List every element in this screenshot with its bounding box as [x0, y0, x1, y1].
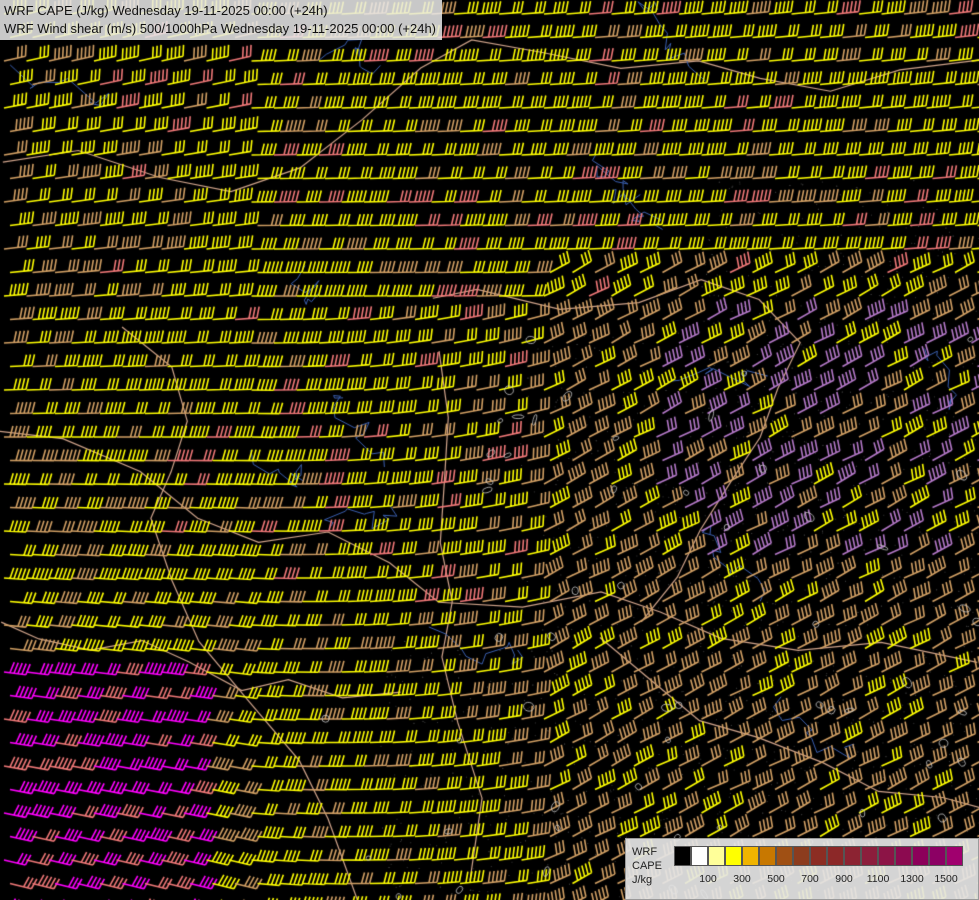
legend-ticks: 100 300 500 700 900 1100 1300 1500: [674, 873, 974, 887]
legend-swatch: [827, 846, 844, 866]
legend-tick-label: 1100: [866, 873, 890, 885]
legend-swatch: [929, 846, 946, 866]
legend-swatch: [708, 846, 725, 866]
legend-swatch: [725, 846, 742, 866]
legend-tick-label: 700: [801, 873, 819, 885]
legend-swatch: [810, 846, 827, 866]
legend-swatch: [776, 846, 793, 866]
title-box: WRF CAPE (J/kg) Wednesday 19-11-2025 00:…: [0, 0, 443, 40]
cape-legend: WRF CAPE J/kg 100 300 500 700 900 1100 1300 150…: [625, 838, 979, 900]
legend-tick-label: 1300: [900, 873, 924, 885]
legend-tick-label: 100: [699, 873, 717, 885]
title-line-shear: WRF Wind shear (m/s) 500/1000hPa Wednesd…: [4, 21, 437, 36]
legend-swatch: [878, 846, 895, 866]
legend-swatch: [844, 846, 861, 866]
legend-tick-label: 300: [733, 873, 751, 885]
legend-model-label: WRF: [632, 846, 658, 858]
legend-swatch: [759, 846, 776, 866]
legend-tick-label: 1500: [934, 873, 958, 885]
legend-swatch: [691, 846, 708, 866]
legend-swatch: [742, 846, 759, 866]
legend-swatch: [861, 846, 878, 866]
legend-swatches: [674, 846, 963, 866]
legend-swatch: [793, 846, 810, 866]
legend-labels: WRF CAPE J/kg: [632, 845, 662, 887]
legend-swatch: [895, 846, 912, 866]
legend-swatch: [946, 846, 963, 866]
title-line-cape: WRF CAPE (J/kg) Wednesday 19-11-2025 00:…: [4, 3, 328, 18]
legend-field-label: CAPE: [632, 860, 662, 872]
legend-swatch: [674, 846, 691, 866]
wind-shear-map: [0, 0, 979, 900]
legend-tick-label: 500: [767, 873, 785, 885]
legend-unit-label: J/kg: [632, 874, 653, 886]
legend-swatch: [912, 846, 929, 866]
legend-tick-label: 900: [835, 873, 853, 885]
